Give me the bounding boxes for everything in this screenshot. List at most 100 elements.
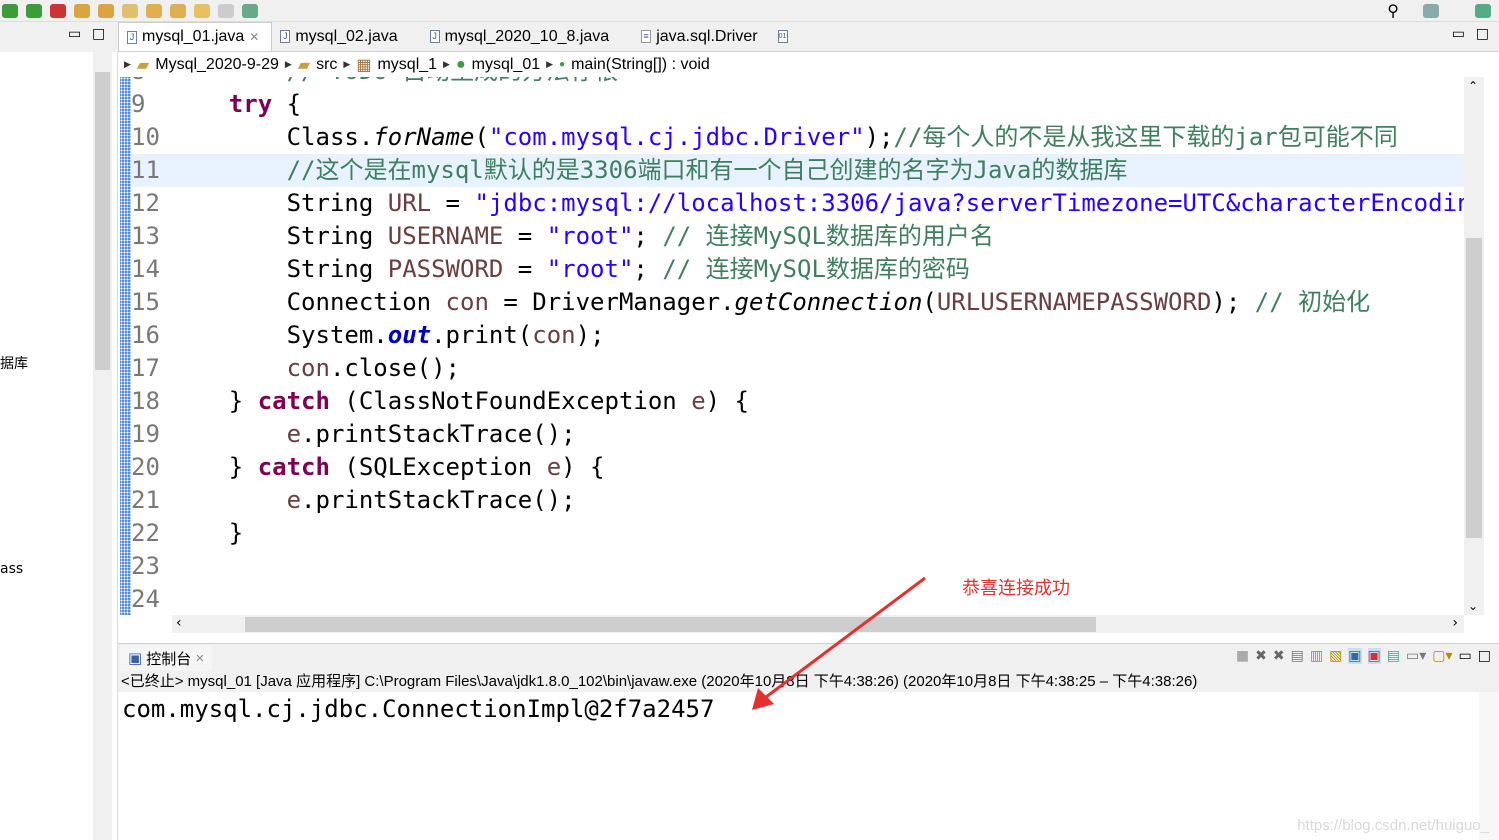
tab-mysql-2020-10-8[interactable]: Jmysql_2020_10_8.java [410,22,622,51]
code-line[interactable]: 19 e.printStackTrace(); [131,418,1464,451]
breadcrumb-project[interactable]: Mysql_2020-9-29 [155,56,279,74]
code-line[interactable]: 14 String PASSWORD = "root"; // 连接MySQL数… [131,253,1464,286]
code-line[interactable]: 9 try { [131,88,1464,121]
code-line[interactable]: 23 [131,550,1464,583]
clear-console-icon[interactable]: ▤ [1291,648,1304,664]
show-on-stderr-icon[interactable]: ▣ [1367,648,1381,664]
scrollbar-thumb[interactable] [245,617,1096,632]
code-line[interactable]: 10 Class.forName("com.mysql.cj.jdbc.Driv… [131,121,1464,154]
pin-console-icon[interactable]: ▤ [1387,648,1400,664]
breadcrumb-class[interactable]: mysql_01 [472,56,540,74]
code-token: URL [936,288,981,316]
code-token: // 初始化 [1254,288,1371,316]
console-output[interactable]: com.mysql.cj.jdbc.ConnectionImpl@2f7a245… [118,692,1479,840]
close-icon[interactable]: ✕ [195,652,204,665]
more-tabs-icon[interactable]: 01 [770,22,800,51]
code-line[interactable]: 11 //这个是在mysql默认的是3306端口和有一个自己创建的名字为Java… [131,154,1464,187]
tree-item-fragment[interactable]: 据库 [0,353,28,373]
code-token: { [272,90,302,118]
forward-icon[interactable] [218,3,234,18]
tab-java-sql-driver[interactable]: ≡ java.sql.Driver [621,22,769,51]
line-number: 10 [131,123,160,151]
breadcrumb-src[interactable]: src [316,56,337,74]
source-folder-icon: ▰ [297,56,311,74]
code-token: e [691,387,706,415]
scroll-right-icon[interactable]: › [1452,615,1458,631]
line-number: 13 [131,222,160,250]
code-editor[interactable]: 8 // TODO 自动生成的方法存根9 try {10 Class.forNa… [131,55,1464,615]
show-on-stdout-icon[interactable]: ▣ [1348,648,1362,664]
pin-editor-icon[interactable] [242,3,258,18]
breadcrumb: ▶ ▰ Mysql_2020-9-29 ▶ ▰ src ▶ ▦ mysql_1 ▶ ● mysq… [118,52,1499,77]
code-line[interactable]: 24 [131,583,1464,615]
search-icon[interactable] [122,3,138,18]
close-icon[interactable]: ✕ [249,30,259,44]
code-line[interactable]: 12 String URL = "jdbc:mysql://localhost:… [131,187,1464,220]
open-type-icon[interactable] [74,3,90,18]
line-number: 22 [131,519,160,547]
breadcrumb-package[interactable]: mysql_1 [377,56,437,74]
breadcrumb-method[interactable]: main(String[]) : void [571,56,710,74]
project-icon: ▰ [136,56,150,74]
code-token: URL [387,189,432,217]
open-perspective-icon[interactable] [1423,3,1439,18]
code-token: USERNAME [980,288,1096,316]
external-tools-icon[interactable] [50,3,66,18]
quick-access-search-icon[interactable]: ⚲ [1387,1,1399,20]
minimize-icon[interactable]: ▭ [1452,26,1465,42]
code-token: out [387,321,432,349]
tab-mysql-01[interactable]: Jmysql_01.java ✕ [118,22,273,51]
maximize-icon[interactable]: □ [92,26,105,42]
code-token: // 连接MySQL数据库的密码 [662,255,970,283]
scroll-lock-icon[interactable]: ▥ [1310,648,1323,664]
open-task-icon[interactable] [98,3,114,18]
next-annotation-icon[interactable] [146,3,162,18]
open-console-icon[interactable]: ▢▾ [1432,648,1452,664]
remove-all-icon[interactable]: ✖ [1273,648,1285,664]
code-token: .print( [431,321,533,349]
code-token: //这个是在mysql默认的是3306端口和有一个自己创建的名字为Java的数据… [286,156,1128,184]
code-line[interactable]: 18 } catch (ClassNotFoundException e) { [131,385,1464,418]
code-token: // 连接MySQL数据库的用户名 [662,222,994,250]
scroll-left-icon[interactable]: ‹ [176,615,182,631]
maximize-icon[interactable]: □ [1476,26,1489,42]
terminate-icon[interactable]: ■ [1236,648,1249,664]
code-line[interactable]: 15 Connection con = DriverManager.getCon… [131,286,1464,319]
package-icon: ▦ [356,56,372,74]
word-wrap-icon[interactable]: ▧ [1329,648,1342,664]
back-icon[interactable] [194,3,210,18]
code-token: con [532,321,576,349]
code-line[interactable]: 22 } [131,517,1464,550]
code-token: .close(); [329,354,460,382]
code-line[interactable]: 21 e.printStackTrace(); [131,484,1464,517]
java-perspective-icon[interactable] [1475,3,1491,18]
minimize-icon[interactable]: ▭ [1459,648,1472,664]
code-token: ) { [561,453,605,481]
run-icon[interactable] [2,3,18,18]
scrollbar-thumb[interactable] [95,72,110,370]
scrollbar-thumb[interactable] [1466,238,1482,538]
prev-annotation-icon[interactable] [170,3,186,18]
code-line[interactable]: 20 } catch (SQLException e) { [131,451,1464,484]
tree-item-fragment[interactable]: ass [0,561,23,577]
tab-label: mysql_01.java [142,28,245,45]
tab-mysql-02[interactable]: Jmysql_02.java [272,22,409,51]
code-token: Class. [171,123,374,151]
code-token: ; [633,222,663,250]
code-line[interactable]: 16 System.out.print(con); [131,319,1464,352]
remove-launch-icon[interactable]: ✖ [1255,648,1267,664]
minimize-icon[interactable]: ▭ [68,26,81,42]
line-number: 15 [131,288,160,316]
code-line[interactable]: 17 con.close(); [131,352,1464,385]
display-console-icon[interactable]: ▭▾ [1406,648,1426,664]
scroll-down-icon[interactable]: ⌄ [1468,599,1478,613]
code-token: con [286,354,330,382]
maximize-icon[interactable]: □ [1478,648,1491,664]
code-token: ); [1211,288,1255,316]
annotation-text: 恭喜连接成功 [962,578,1070,599]
code-line[interactable]: 13 String USERNAME = "root"; // 连接MySQL数… [131,220,1464,253]
tab-console[interactable]: ▣ 控制台 ✕ [120,645,213,671]
scroll-up-icon[interactable]: ⌃ [1468,79,1478,93]
coverage-icon[interactable] [26,3,42,18]
code-token: } [171,387,258,415]
